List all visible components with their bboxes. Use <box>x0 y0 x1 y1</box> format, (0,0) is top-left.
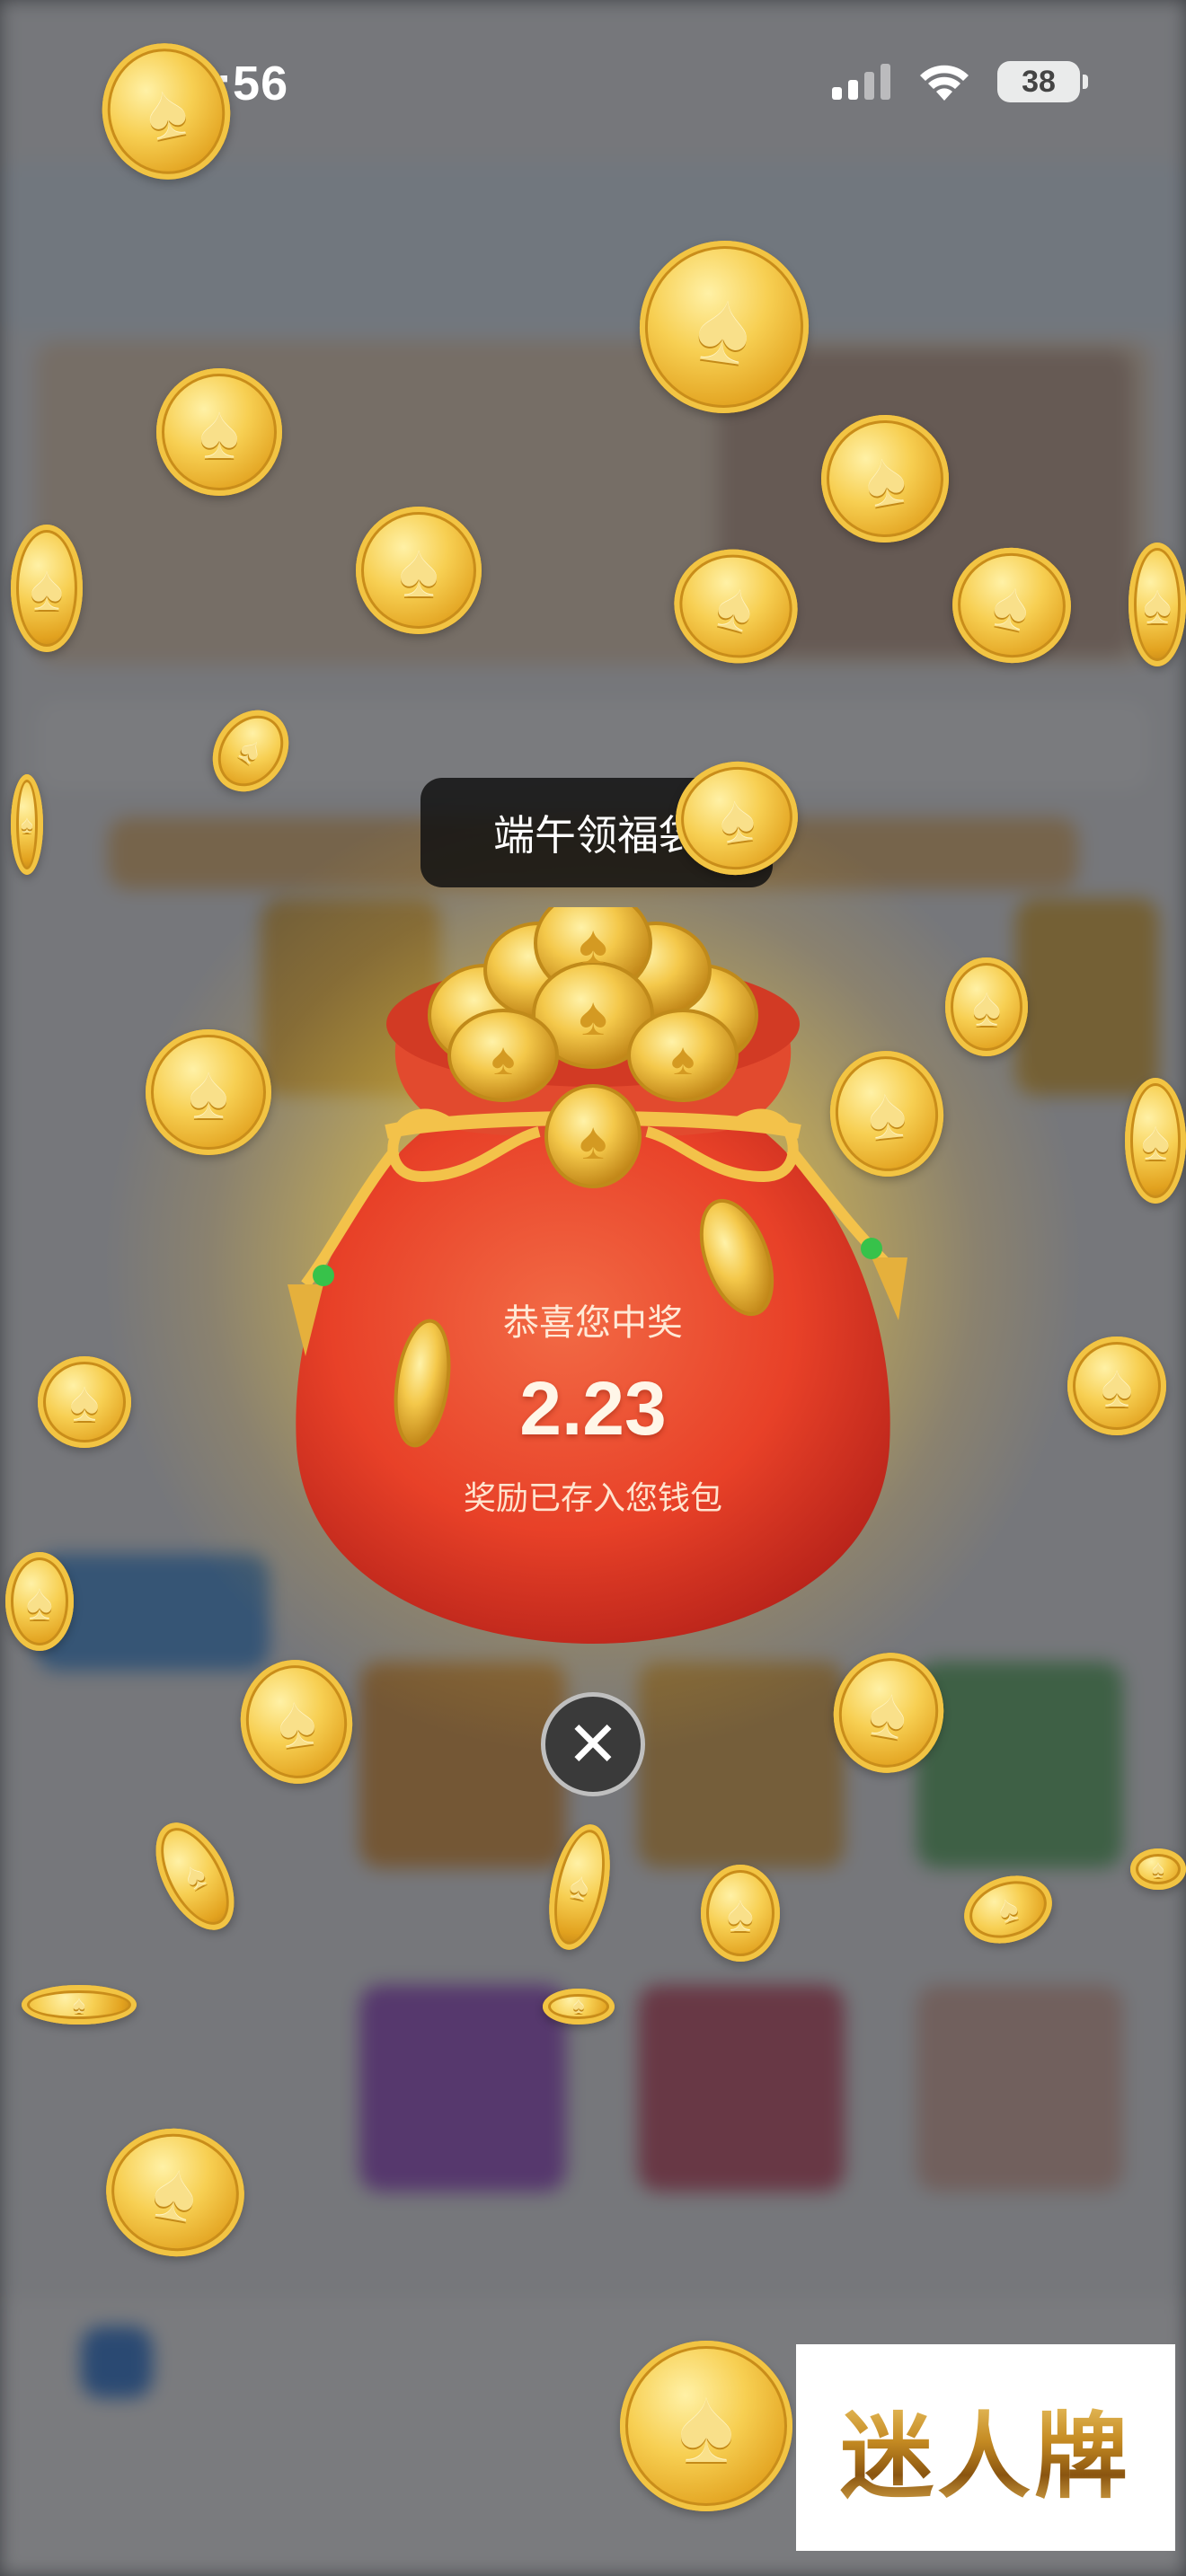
svg-text:♠: ♠ <box>580 1112 607 1170</box>
watermark: 迷人牌 <box>796 2344 1175 2551</box>
coin-icon: ♠ <box>22 1985 137 2025</box>
cellular-signal-icon <box>832 64 890 100</box>
svg-text:♠: ♠ <box>671 1034 695 1084</box>
coin-icon: ♠ <box>1125 1078 1186 1204</box>
coin-icon: ♠ <box>701 1865 780 1962</box>
coin-icon: ♠ <box>810 404 960 553</box>
coin-icon: ♠ <box>1130 1848 1186 1890</box>
close-button[interactable]: ✕ <box>541 1692 645 1796</box>
svg-text:♠: ♠ <box>579 914 607 975</box>
coin-icon: ♠ <box>543 1989 615 2025</box>
status-icons: 38 <box>832 61 1088 102</box>
svg-text:♠: ♠ <box>491 1034 516 1084</box>
close-icon: ✕ <box>566 1709 620 1779</box>
coin-icon: ♠ <box>1067 1337 1166 1435</box>
coin-icon: ♠ <box>824 1644 953 1782</box>
coin-icon: ♠ <box>628 229 820 425</box>
reward-text: 恭喜您中奖 2.23 奖励已存入您钱包 <box>368 1293 818 1519</box>
lucky-bag-illustration: ♠ ♠ ♠ ♠ ♠ <box>288 907 907 1644</box>
coin-icon: ♠ <box>620 2341 792 2511</box>
battery-level: 38 <box>1022 64 1056 99</box>
event-title: 端午领福袋 <box>493 812 700 859</box>
reward-amount: 2.23 <box>519 1366 667 1451</box>
watermark-text: 迷人牌 <box>840 2380 1131 2516</box>
svg-text:♠: ♠ <box>579 986 607 1046</box>
coin-icon: ♠ <box>233 1653 360 1791</box>
coin-icon: ♠ <box>11 525 83 652</box>
wifi-icon <box>920 65 969 101</box>
coin-icon: ♠ <box>38 1356 131 1448</box>
coin-icon: ♠ <box>11 774 43 875</box>
coin-icon: ♠ <box>146 1029 271 1155</box>
coin-icon: ♠ <box>945 957 1028 1056</box>
congrats-text: 恭喜您中奖 <box>503 1303 683 1343</box>
coin-icon: ♠ <box>942 536 1082 675</box>
battery-icon: 38 <box>997 61 1088 102</box>
coin-icon: ♠ <box>95 2117 255 2268</box>
coin-icon: ♠ <box>668 754 806 883</box>
wallet-note: 奖励已存入您钱包 <box>463 1479 722 1516</box>
coin-icon: ♠ <box>356 507 482 634</box>
coin-icon: ♠ <box>1128 543 1186 666</box>
coin-icon: ♠ <box>5 1552 74 1651</box>
coin-icon: ♠ <box>824 1045 950 1183</box>
coin-icon: ♠ <box>156 368 282 496</box>
